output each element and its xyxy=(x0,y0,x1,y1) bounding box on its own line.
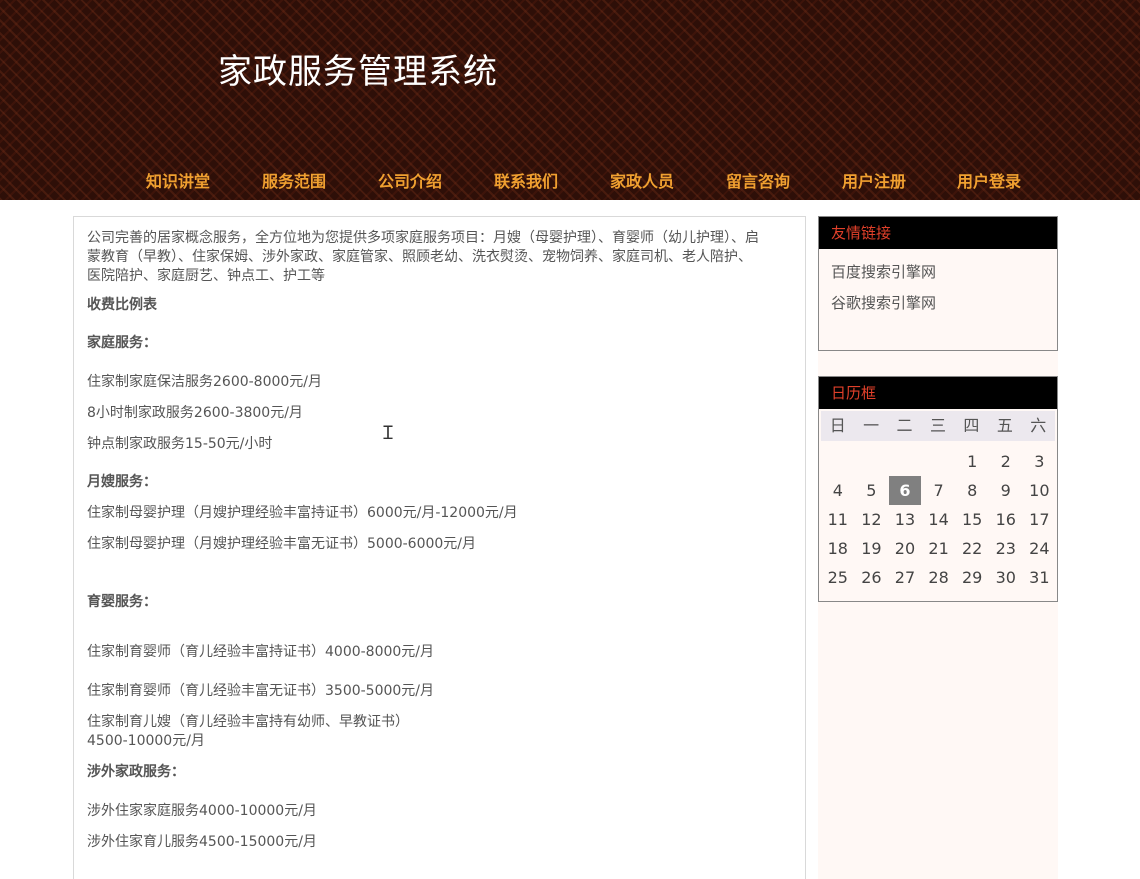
calendar-weekday: 二 xyxy=(887,411,922,441)
calendar-day[interactable]: 22 xyxy=(955,534,989,563)
calendar-day-today[interactable]: 6 xyxy=(889,476,921,505)
calendar-day[interactable]: 8 xyxy=(955,476,989,505)
calendar-day[interactable]: 20 xyxy=(888,534,922,563)
calendar-grid: 1 2 3 4 5 6 7 8 9 10 11 12 13 14 15 16 17 18 19 20 21 22 23 24 2… xyxy=(819,441,1057,598)
calendar-day[interactable]: 21 xyxy=(922,534,956,563)
fee-table-title: 收费比例表 xyxy=(87,297,157,313)
maternity-service-title: 月嫂服务： xyxy=(87,474,157,490)
calendar-day[interactable]: 12 xyxy=(855,505,889,534)
calendar-day[interactable]: 1 xyxy=(955,447,989,476)
price-line: 4500-10000元/月 xyxy=(87,733,205,749)
site-title: 家政服务管理系统 xyxy=(218,52,498,92)
price-line: 涉外住家家庭服务4000-10000元/月 xyxy=(87,803,317,819)
home-service-title: 家庭服务： xyxy=(87,335,157,351)
calendar-weekday: 三 xyxy=(921,411,955,441)
calendar-day[interactable]: 26 xyxy=(855,563,889,592)
site-header: 家政服务管理系统 知识讲堂 服务范围 公司介绍 联系我们 家政人员 留言咨询 用… xyxy=(0,0,1140,200)
calendar-weekday-row: 日一二三四五六 xyxy=(819,411,1057,441)
calendar-day[interactable]: 23 xyxy=(989,534,1023,563)
calendar-weekday: 一 xyxy=(854,411,888,441)
calendar-weekday: 四 xyxy=(954,411,989,441)
calendar-weekday: 日 xyxy=(821,411,855,441)
calendar-day[interactable]: 15 xyxy=(955,505,989,534)
nav-register[interactable]: 用户注册 xyxy=(842,168,906,192)
price-line: 住家制母婴护理（月嫂护理经验丰富持证书）6000元/月-12000元/月 xyxy=(87,505,518,521)
price-line: 8小时制家政服务2600-3800元/月 xyxy=(87,405,303,421)
calendar-empty-cell xyxy=(888,447,922,476)
calendar-weekday: 五 xyxy=(988,411,1022,441)
calendar-weekday: 六 xyxy=(1021,411,1055,441)
price-line: 住家制家庭保洁服务2600-8000元/月 xyxy=(87,374,323,390)
calendar-day[interactable]: 13 xyxy=(888,505,922,534)
calendar-day[interactable]: 27 xyxy=(888,563,922,592)
nav-services[interactable]: 服务范围 xyxy=(262,168,326,192)
calendar-day[interactable]: 17 xyxy=(1023,505,1057,534)
main-nav: 知识讲堂 服务范围 公司介绍 联系我们 家政人员 留言咨询 用户注册 用户登录 xyxy=(0,168,1140,198)
calendar-day[interactable]: 4 xyxy=(821,476,855,505)
calendar-day[interactable]: 29 xyxy=(955,563,989,592)
calendar-title: 日历框 xyxy=(819,377,1057,409)
calendar-day[interactable]: 28 xyxy=(922,563,956,592)
calendar-panel: 日历框 日一二三四五六 1 2 3 4 5 6 7 8 9 10 11 12 13 14 15 16 17 18 1… xyxy=(818,376,1058,602)
price-line: 钟点制家政服务15-50元/小时 xyxy=(87,436,273,452)
nav-knowledge[interactable]: 知识讲堂 xyxy=(146,168,210,192)
calendar-day[interactable]: 24 xyxy=(1023,534,1057,563)
price-line: 涉外住家育儿服务4500-15000元/月 xyxy=(87,834,317,850)
calendar-day[interactable]: 16 xyxy=(989,505,1023,534)
calendar-day[interactable]: 25 xyxy=(821,563,855,592)
calendar-day[interactable]: 2 xyxy=(989,447,1023,476)
calendar-day[interactable]: 3 xyxy=(1023,447,1057,476)
intro-text: 公司完善的居家概念服务，全方位地为您提供多项家庭服务项目：月嫂（母婴护理）、育婴… xyxy=(87,230,759,284)
nursery-service-title: 育婴服务： xyxy=(87,594,157,610)
price-line: 住家制母婴护理（月嫂护理经验丰富无证书）5000-6000元/月 xyxy=(87,536,477,552)
calendar-day[interactable]: 11 xyxy=(821,505,855,534)
link-google[interactable]: 谷歌搜索引擎网 xyxy=(819,288,1057,319)
calendar-day[interactable]: 14 xyxy=(922,505,956,534)
nav-messages[interactable]: 留言咨询 xyxy=(726,168,790,192)
price-line: 住家制育婴师（育儿经验丰富无证书）3500-5000元/月 xyxy=(87,683,435,699)
link-baidu[interactable]: 百度搜索引擎网 xyxy=(819,257,1057,288)
calendar-day[interactable]: 18 xyxy=(821,534,855,563)
calendar-day[interactable]: 30 xyxy=(989,563,1023,592)
foreign-service-title: 涉外家政服务： xyxy=(87,764,185,780)
price-line: 住家制育儿嫂（育儿经验丰富持有幼师、早教证书） xyxy=(87,714,409,730)
links-panel-title: 友情链接 xyxy=(819,217,1057,249)
calendar-empty-cell xyxy=(922,447,956,476)
calendar-empty-cell xyxy=(855,447,889,476)
calendar-day[interactable]: 31 xyxy=(1023,563,1057,592)
main-content: 公司完善的居家概念服务，全方位地为您提供多项家庭服务项目：月嫂（母婴护理）、育婴… xyxy=(73,216,806,879)
nav-login[interactable]: 用户登录 xyxy=(957,168,1021,192)
nav-contact[interactable]: 联系我们 xyxy=(494,168,558,192)
calendar-day[interactable]: 7 xyxy=(922,476,956,505)
calendar-day[interactable]: 5 xyxy=(855,476,889,505)
nav-staff[interactable]: 家政人员 xyxy=(610,168,674,192)
nav-about[interactable]: 公司介绍 xyxy=(378,168,442,192)
text-cursor-icon: Ｉ xyxy=(379,423,397,444)
calendar-day[interactable]: 9 xyxy=(989,476,1023,505)
calendar-empty-cell xyxy=(821,447,855,476)
links-panel: 友情链接 百度搜索引擎网 谷歌搜索引擎网 xyxy=(818,216,1058,351)
calendar-day[interactable]: 10 xyxy=(1023,476,1057,505)
calendar-day[interactable]: 19 xyxy=(855,534,889,563)
price-line: 住家制育婴师（育儿经验丰富持证书）4000-8000元/月 xyxy=(87,644,435,660)
